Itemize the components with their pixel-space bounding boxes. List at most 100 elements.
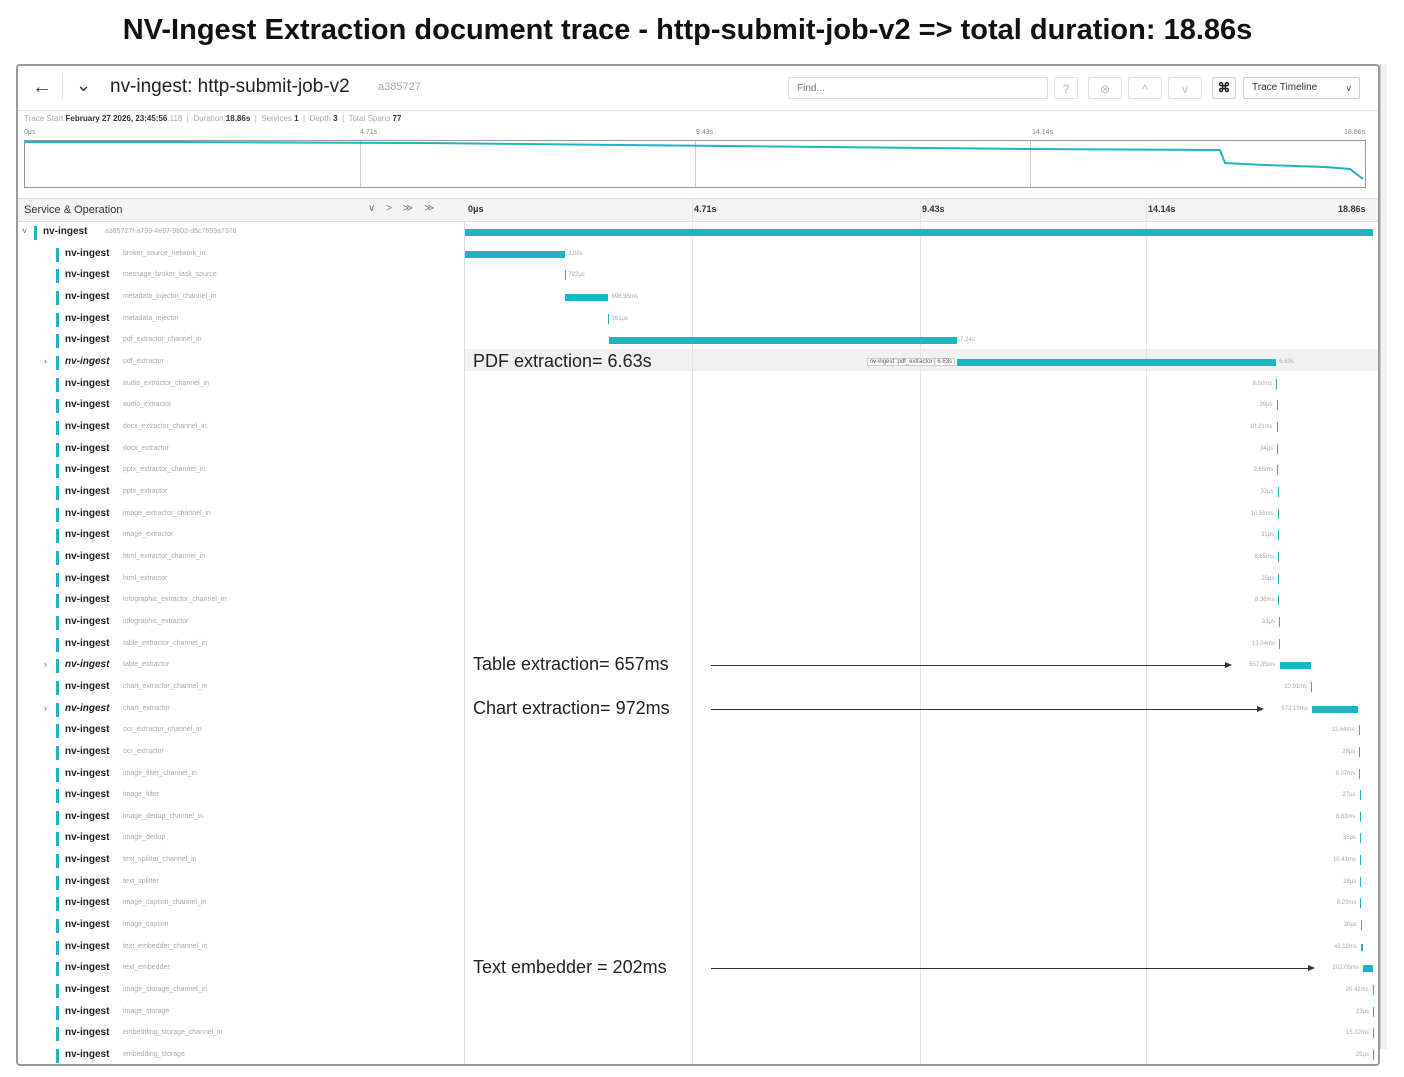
span-row[interactable]: nv-ingest docx_extractor_channel_in bbox=[18, 417, 464, 439]
expand-collapse-controls[interactable]: ∨ > ≫ ≫ bbox=[368, 203, 438, 214]
span-bar[interactable] bbox=[1372, 985, 1374, 996]
span-bar[interactable] bbox=[1311, 681, 1313, 692]
span-row[interactable]: nv-ingest docx_extractor bbox=[18, 439, 464, 461]
span-bar[interactable] bbox=[1277, 508, 1279, 519]
span-bar[interactable] bbox=[1278, 616, 1280, 627]
span-row[interactable]: nv-ingest audio_extractor_channel_in bbox=[18, 374, 464, 396]
span-row[interactable]: nv-ingest ocr_extractor bbox=[18, 742, 464, 764]
span-bar[interactable] bbox=[1277, 486, 1279, 497]
clear-search-icon[interactable]: ⊗ bbox=[1088, 77, 1122, 99]
span-bar[interactable] bbox=[1360, 876, 1362, 887]
span-bar[interactable] bbox=[1277, 465, 1279, 476]
span-row[interactable]: nv-ingest pdf_extractor_channel_in bbox=[18, 330, 464, 352]
span-row[interactable]: nv-ingest table_extractor_channel_in bbox=[18, 634, 464, 656]
span-bar[interactable] bbox=[1278, 573, 1280, 584]
span-row[interactable]: nv-ingest message_broker_task_source bbox=[18, 265, 464, 287]
span-row[interactable]: nv-ingest embedding_storage_channel_in bbox=[18, 1023, 464, 1045]
span-bar[interactable] bbox=[1276, 378, 1278, 389]
span-row[interactable]: nv-ingest image_dedup bbox=[18, 828, 464, 850]
chevron-right-icon[interactable]: › bbox=[44, 703, 47, 713]
span-row[interactable]: nv-ingest image_extractor bbox=[18, 525, 464, 547]
span-row[interactable]: nv-ingest metadata_injector bbox=[18, 309, 464, 331]
span-row[interactable]: nv-ingest image_dedup_channel_in bbox=[18, 807, 464, 829]
span-row[interactable]: nv-ingest image_caption_channel_in bbox=[18, 893, 464, 915]
operation-name: message_broker_task_source bbox=[123, 271, 217, 279]
span-bar[interactable] bbox=[1311, 705, 1359, 713]
scrollbar[interactable] bbox=[1380, 64, 1387, 1049]
find-input[interactable] bbox=[788, 77, 1048, 99]
span-bar[interactable] bbox=[565, 270, 567, 281]
span-bar[interactable] bbox=[1278, 638, 1280, 649]
trace-root-row[interactable]: ˅ nv-ingest a385727f-a793-4e97-9b03-d5c765… bbox=[18, 222, 464, 244]
span-bar[interactable] bbox=[1359, 855, 1361, 866]
span-row[interactable]: nv-ingest infographic_extractor bbox=[18, 612, 464, 634]
span-bar[interactable] bbox=[1276, 400, 1278, 411]
span-bar[interactable] bbox=[1359, 746, 1361, 757]
chevron-right-icon[interactable]: › bbox=[44, 659, 47, 669]
span-row[interactable]: nv-ingest infographic_extractor_channel_i… bbox=[18, 590, 464, 612]
span-bar[interactable] bbox=[1373, 1050, 1374, 1061]
span-bar[interactable] bbox=[465, 250, 566, 258]
span-bar[interactable] bbox=[565, 293, 609, 301]
help-icon[interactable]: ? bbox=[1054, 77, 1078, 99]
span-row[interactable]: nv-ingest image_filter_channel_in bbox=[18, 764, 464, 786]
span-bar[interactable] bbox=[1360, 920, 1362, 931]
span-row[interactable]: › nv-ingest chart_extractor bbox=[18, 699, 464, 721]
span-row[interactable]: nv-ingest audio_extractor bbox=[18, 395, 464, 417]
span-row[interactable]: nv-ingest metadata_injector_channel_in bbox=[18, 287, 464, 309]
span-bar[interactable] bbox=[1360, 898, 1362, 909]
chevron-down-icon[interactable]: ˅ bbox=[22, 226, 27, 236]
span-row[interactable]: nv-ingest pptx_extractor bbox=[18, 482, 464, 504]
view-select[interactable]: Trace Timeline v bbox=[1243, 77, 1360, 99]
trace-minimap[interactable] bbox=[24, 140, 1366, 188]
arrowhead-icon bbox=[1307, 965, 1315, 972]
span-bar[interactable] bbox=[1278, 530, 1280, 541]
span-bar[interactable] bbox=[1278, 595, 1280, 606]
span-row[interactable]: nv-ingest html_extractor_channel_in bbox=[18, 547, 464, 569]
span-row[interactable]: › nv-ingest table_extractor bbox=[18, 655, 464, 677]
span-bar[interactable] bbox=[1277, 443, 1279, 454]
chevron-right-icon[interactable]: › bbox=[44, 356, 47, 366]
span-row[interactable]: nv-ingest broker_source_network_in bbox=[18, 244, 464, 266]
prev-match-icon[interactable]: ^ bbox=[1128, 77, 1162, 99]
span-bar[interactable] bbox=[608, 313, 610, 324]
span-row[interactable]: nv-ingest text_splitter bbox=[18, 872, 464, 894]
span-bar[interactable] bbox=[608, 337, 958, 345]
span-row[interactable]: nv-ingest image_filter bbox=[18, 785, 464, 807]
arrow-left-icon[interactable]: ← bbox=[32, 76, 52, 99]
span-row[interactable]: nv-ingest text_splitter_channel_in bbox=[18, 850, 464, 872]
chevron-down-icon[interactable]: ⌄ bbox=[76, 75, 91, 96]
span-row[interactable]: nv-ingest embedding_storage bbox=[18, 1045, 464, 1064]
span-bar[interactable] bbox=[1362, 965, 1373, 973]
span-row[interactable]: nv-ingest image_storage_channel_in bbox=[18, 980, 464, 1002]
span-bar[interactable] bbox=[1359, 768, 1361, 779]
span-bar[interactable] bbox=[1358, 725, 1360, 736]
span-row[interactable]: nv-ingest image_extractor_channel_in bbox=[18, 504, 464, 526]
span-bar[interactable] bbox=[1359, 811, 1361, 822]
span-row[interactable]: nv-ingest image_storage bbox=[18, 1002, 464, 1024]
span-bar[interactable] bbox=[1373, 1028, 1374, 1039]
span-row[interactable]: › nv-ingest pdf_extractor bbox=[18, 352, 464, 374]
span-bar[interactable] bbox=[1360, 943, 1363, 951]
span-bar[interactable] bbox=[1359, 833, 1361, 844]
span-row[interactable]: nv-ingest ocr_extractor_channel_in bbox=[18, 720, 464, 742]
span-row[interactable]: nv-ingest image_caption bbox=[18, 915, 464, 937]
span-duration-label: 25μs bbox=[1355, 1052, 1369, 1059]
trace-start-label: Trace Start bbox=[24, 114, 64, 123]
span-bar[interactable] bbox=[1278, 551, 1280, 562]
span-bar[interactable] bbox=[1359, 790, 1361, 801]
span-bar[interactable] bbox=[1279, 662, 1312, 670]
span-bar[interactable] bbox=[465, 229, 1373, 236]
service-color-marker bbox=[56, 789, 59, 804]
span-row[interactable]: nv-ingest html_extractor bbox=[18, 569, 464, 591]
span-duration-label: 43.12ms bbox=[1333, 943, 1357, 950]
span-row[interactable]: nv-ingest text_embedder bbox=[18, 958, 464, 980]
next-match-icon[interactable]: v bbox=[1168, 77, 1202, 99]
span-row[interactable]: nv-ingest chart_extractor_channel_in bbox=[18, 677, 464, 699]
keyboard-shortcut-icon[interactable]: ⌘ bbox=[1212, 77, 1236, 99]
span-bar[interactable] bbox=[1276, 421, 1278, 432]
span-bar[interactable] bbox=[1373, 1006, 1374, 1017]
span-bar[interactable] bbox=[957, 358, 1277, 366]
span-row[interactable]: nv-ingest text_embedder_channel_in bbox=[18, 937, 464, 959]
span-row[interactable]: nv-ingest pptx_extractor_channel_in bbox=[18, 460, 464, 482]
